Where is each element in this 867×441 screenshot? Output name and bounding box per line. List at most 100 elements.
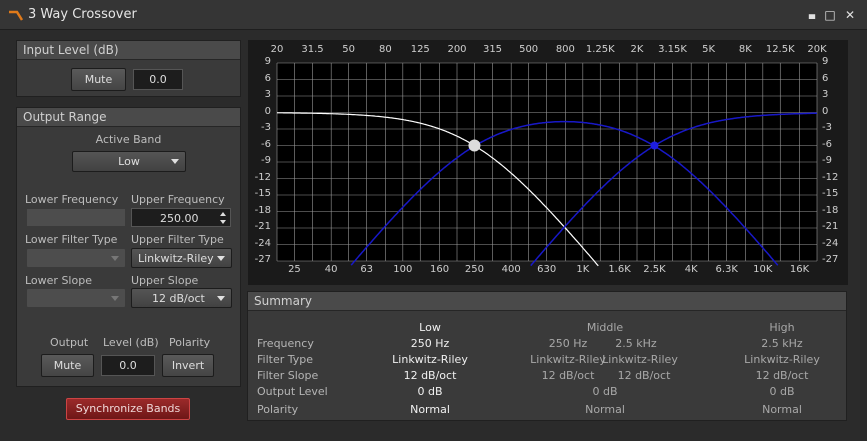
upper-frequency-field[interactable]: 250.00 <box>131 208 231 227</box>
output-mute-button[interactable]: Mute <box>41 354 94 377</box>
synchronize-bands-button[interactable]: Synchronize Bands <box>66 398 190 420</box>
maximize-icon[interactable]: □ <box>823 8 837 22</box>
summary-row-output-level: Output Level <box>257 385 328 398</box>
high-crossover-handle[interactable] <box>650 141 659 150</box>
upper-slope-dropdown[interactable]: 12 dB/oct <box>131 288 232 308</box>
left-db-tick: -18 <box>254 204 271 216</box>
left-db-tick: -27 <box>254 254 271 265</box>
lower-filter-type-label: Lower Filter Type <box>25 233 118 246</box>
active-band-value: Low <box>118 155 140 168</box>
upper-slope-value: 12 dB/oct <box>152 292 205 305</box>
right-db-tick: -24 <box>822 237 839 249</box>
summary-mid-filter-type-b: Linkwitz-Riley <box>602 353 678 366</box>
left-db-tick: -6 <box>261 138 271 150</box>
top-freq-tick: 5K <box>702 44 716 55</box>
top-freq-tick: 12.5K <box>765 44 795 55</box>
left-db-tick: -21 <box>254 221 271 232</box>
left-db-tick: -9 <box>261 155 271 166</box>
top-freq-tick: 125 <box>410 44 430 55</box>
left-db-tick: -12 <box>254 171 271 183</box>
right-db-tick: -3 <box>822 122 832 133</box>
upper-frequency-value: 250.00 <box>160 212 199 225</box>
right-db-tick: -15 <box>822 188 839 199</box>
summary-row-filter-type: Filter Type <box>257 353 314 366</box>
summary-low-frequency: 250 Hz <box>410 337 450 350</box>
summary-high-filter-type: Linkwitz-Riley <box>744 353 820 366</box>
summary-row-frequency: Frequency <box>257 337 314 350</box>
top-freq-tick: 315 <box>482 44 503 55</box>
right-db-tick: -21 <box>822 221 839 232</box>
lower-frequency-field[interactable] <box>26 208 126 227</box>
active-band-label: Active Band <box>95 133 162 146</box>
chevron-down-icon <box>171 159 179 164</box>
input-mute-button[interactable]: Mute <box>71 68 126 91</box>
spin-up-icon[interactable] <box>219 210 227 218</box>
summary-header: Summary <box>248 292 846 311</box>
summary-low-filter-type: Linkwitz-Riley <box>392 353 468 366</box>
summary-row-polarity: Polarity <box>257 403 299 416</box>
bottom-freq-tick: 6.3K <box>715 264 738 275</box>
bottom-freq-tick: 2.5K <box>643 264 666 275</box>
chevron-down-icon <box>217 296 225 301</box>
input-level-field[interactable]: 0.0 <box>133 69 183 90</box>
bottom-freq-tick: 4K <box>684 264 698 275</box>
top-freq-tick: 2K <box>630 44 644 55</box>
spin-down-icon[interactable] <box>219 218 227 226</box>
summary-col-low: Low <box>419 321 441 334</box>
close-icon[interactable]: ✕ <box>843 8 857 22</box>
active-band-dropdown[interactable]: Low <box>72 151 186 172</box>
summary-mid-frequency-b: 2.5 kHz <box>615 337 657 350</box>
output-range-header: Output Range <box>17 108 240 127</box>
upper-filter-type-label: Upper Filter Type <box>131 233 224 246</box>
bottom-freq-tick: 10K <box>753 264 773 275</box>
upper-filter-type-value: Linkwitz-Riley <box>138 252 214 265</box>
summary-col-high: High <box>769 321 795 334</box>
title-bar: 3 Way Crossover ▄ □ ✕ <box>0 0 867 30</box>
top-freq-tick: 31.5 <box>301 44 324 55</box>
bottom-freq-tick: 400 <box>501 264 521 275</box>
summary-low-output-level: 0 dB <box>417 385 443 398</box>
minimize-icon[interactable]: ▄ <box>805 8 819 22</box>
left-db-tick: 6 <box>264 72 271 84</box>
summary-low-polarity: Normal <box>410 403 450 416</box>
output-level-field[interactable]: 0.0 <box>101 355 155 376</box>
left-db-tick: 3 <box>264 89 271 100</box>
chevron-down-icon <box>111 296 119 301</box>
right-db-tick: -12 <box>822 171 839 183</box>
top-freq-tick: 200 <box>447 44 467 55</box>
summary-mid-filter-slope-a: 12 dB/oct <box>541 369 595 382</box>
right-db-tick: -6 <box>822 138 832 150</box>
upper-filter-type-dropdown[interactable]: Linkwitz-Riley <box>131 248 232 268</box>
lower-filter-type-dropdown[interactable] <box>26 248 126 268</box>
left-db-tick: -3 <box>261 122 271 133</box>
summary-col-middle: Middle <box>586 321 624 334</box>
invert-button[interactable]: Invert <box>162 354 214 377</box>
bottom-freq-tick: 16K <box>789 264 810 275</box>
upper-frequency-label: Upper Frequency <box>131 193 225 206</box>
right-db-tick: 3 <box>822 89 829 100</box>
summary-mid-filter-slope-b: 12 dB/oct <box>617 369 671 382</box>
response-plot <box>276 62 818 267</box>
lower-slope-label: Lower Slope <box>25 274 92 287</box>
crossover-graph[interactable]: 20 31.5 50 80 125 200 315 500 800 1.25K 2K 3.15K 5K 8… <box>248 40 848 285</box>
summary-high-output-level: 0 dB <box>769 385 795 398</box>
top-freq-tick: 20 <box>270 44 284 55</box>
right-db-tick: -27 <box>822 254 839 265</box>
summary-row-filter-slope: Filter Slope <box>257 369 319 382</box>
right-db-tick: 9 <box>822 56 829 67</box>
right-db-tick: 0 <box>822 105 829 117</box>
bottom-freq-tick: 630 <box>537 264 557 275</box>
top-freq-tick: 500 <box>519 44 539 55</box>
low-crossover-handle[interactable] <box>468 139 481 152</box>
window-title: 3 Way Crossover <box>28 7 137 22</box>
input-level-panel: Input Level (dB) Mute 0.0 <box>16 40 241 97</box>
top-freq-tick: 1.25K <box>585 44 615 55</box>
summary-high-frequency: 2.5 kHz <box>761 337 803 350</box>
lower-slope-dropdown[interactable] <box>26 288 126 308</box>
right-db-tick: 6 <box>822 72 829 84</box>
top-freq-tick: 50 <box>342 44 355 55</box>
polarity-label: Polarity <box>169 336 211 349</box>
upper-slope-label: Upper Slope <box>131 274 199 287</box>
top-freq-tick: 3.15K <box>658 44 687 55</box>
summary-mid-polarity: Normal <box>585 403 625 416</box>
